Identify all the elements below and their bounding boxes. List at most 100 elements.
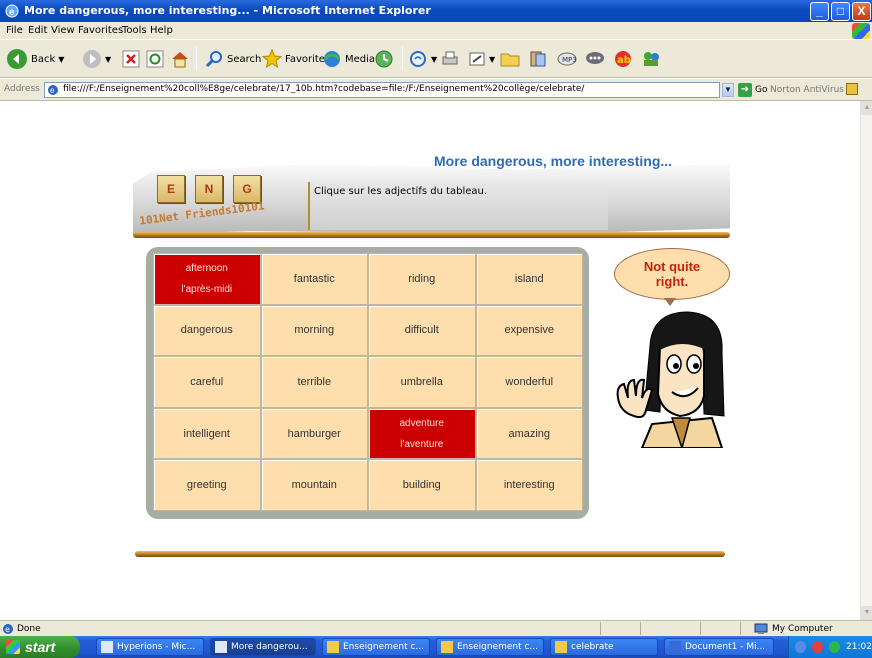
girl-character-illustration [616, 311, 725, 448]
toolbar: Back ▼ ▼ Search Favorites Media ▼ ▼ MP3 … [0, 40, 872, 78]
menu-favorites[interactable]: Favorites [78, 25, 123, 36]
address-dropdown-icon[interactable]: ▼ [722, 83, 734, 97]
folder-button[interactable] [500, 48, 520, 70]
research-icon [530, 51, 546, 67]
mail-dropdown-icon: ▼ [431, 54, 438, 64]
close-button[interactable]: X [852, 2, 871, 21]
discuss-button[interactable] [584, 48, 606, 70]
taskbar-button[interactable]: Enseignement c... [322, 638, 430, 656]
word-label: fantastic [293, 272, 335, 285]
word-label: umbrella [400, 375, 443, 388]
minimize-button[interactable]: _ [810, 2, 829, 21]
word-label: island [514, 272, 544, 285]
volume-icon[interactable] [829, 641, 841, 653]
word-label: wonderful [505, 375, 554, 388]
menu-view[interactable]: View [51, 25, 75, 36]
vertical-scrollbar[interactable]: ▲ ▼ [860, 101, 872, 620]
word-cell[interactable]: hamburger [260, 407, 368, 460]
back-dropdown-icon: ▼ [58, 54, 65, 64]
scroll-down-icon[interactable]: ▼ [861, 606, 872, 620]
back-button[interactable]: Back ▼ [6, 48, 64, 70]
word-cell[interactable]: riding [368, 253, 476, 305]
network-icon[interactable] [795, 641, 807, 653]
logo-tile-g: G [233, 175, 261, 203]
ie-window-icon [215, 641, 227, 653]
word-cell[interactable]: careful [153, 356, 261, 408]
word-cell[interactable]: afternoon l'après-midi [153, 253, 261, 305]
logo-tile-e: E [157, 175, 185, 203]
search-button[interactable]: Search [204, 48, 261, 70]
go-label: Go [755, 85, 768, 95]
taskbar-button[interactable]: Enseignement c... [436, 638, 544, 656]
word-cell[interactable]: terrible [260, 356, 368, 408]
word-label: morning [294, 324, 335, 337]
taskbar-button[interactable]: More dangerou... [210, 638, 316, 656]
taskbar-button-label: Enseignement c... [343, 642, 424, 652]
favorites-star-icon [262, 49, 282, 69]
word-cell[interactable]: morning [260, 304, 368, 357]
edit-button[interactable]: ▼ [468, 48, 495, 70]
word-cell[interactable]: fantastic [260, 253, 368, 305]
refresh-button[interactable] [146, 48, 164, 70]
address-bar: Address e file:///F:/Enseignement%20coll… [0, 79, 872, 101]
folder-icon [500, 53, 520, 67]
spyware-button[interactable]: ab [612, 48, 634, 70]
research-button[interactable] [528, 48, 548, 70]
word-cell[interactable]: interesting [475, 459, 583, 511]
mail-button[interactable]: ▼ [408, 48, 437, 70]
messenger-button[interactable]: MP3 [556, 48, 578, 70]
menu-file[interactable]: File [6, 25, 23, 36]
taskbar-button-label: Enseignement c... [457, 642, 538, 652]
norton-icon[interactable] [846, 83, 858, 95]
clock: 21:02 [846, 642, 872, 652]
start-button[interactable]: start [0, 636, 80, 658]
menu-tools[interactable]: Tools [122, 25, 147, 36]
stop-button[interactable] [122, 48, 140, 70]
norton-antivirus-label[interactable]: Norton AntiVirus [770, 85, 844, 95]
address-input[interactable]: e file:///F:/Enseignement%20coll%E8ge/ce… [44, 82, 720, 98]
home-button[interactable] [170, 48, 190, 70]
address-label: Address [4, 84, 40, 94]
word-cell[interactable]: greeting [153, 459, 261, 511]
feedback-bubble: Not quite right. [614, 248, 730, 300]
word-label: careful [190, 375, 224, 388]
word-cell[interactable]: mountain [260, 459, 368, 511]
word-cell[interactable]: building [368, 459, 476, 511]
word-cell[interactable]: island [475, 253, 583, 305]
go-button[interactable]: ➜ Go [738, 82, 767, 98]
maximize-button[interactable]: □ [831, 2, 850, 21]
users-button[interactable] [640, 48, 662, 70]
history-button[interactable] [374, 48, 394, 70]
word-label: dangerous [180, 324, 233, 337]
word-cell[interactable]: umbrella [368, 356, 476, 408]
media-button[interactable]: Media [322, 48, 375, 70]
word-cell[interactable]: amazing [475, 407, 583, 460]
antivirus-tray-icon[interactable] [812, 641, 824, 653]
word-label: expensive [504, 324, 555, 337]
favorites-button[interactable]: Favorites [262, 48, 330, 70]
scroll-up-icon[interactable]: ▲ [861, 101, 872, 115]
word-cell[interactable]: dangerous [153, 304, 261, 357]
word-label: building [402, 479, 441, 492]
menu-help[interactable]: Help [150, 25, 173, 36]
taskbar-button[interactable]: Hyperions - Mic... [96, 638, 204, 656]
word-cell[interactable]: intelligent [153, 407, 261, 460]
security-zone: My Computer [754, 623, 833, 635]
word-cell[interactable]: adventure l'aventure [368, 407, 476, 460]
edit-dropdown-icon: ▼ [489, 54, 496, 64]
word-cell[interactable]: difficult [368, 304, 476, 357]
word-cell[interactable]: expensive [475, 304, 583, 357]
svg-text:e: e [5, 625, 10, 634]
svg-text:e: e [50, 86, 55, 95]
address-url: file:///F:/Enseignement%20coll%E8ge/cele… [63, 84, 585, 94]
folder-icon [327, 641, 339, 653]
media-label: Media [345, 53, 376, 65]
forward-button[interactable]: ▼ [82, 48, 111, 70]
word-cell[interactable]: wonderful [475, 356, 583, 408]
taskbar-button[interactable]: celebrate [550, 638, 658, 656]
print-button[interactable] [440, 48, 460, 70]
word-document-icon [669, 641, 681, 653]
media-icon [323, 51, 341, 67]
taskbar-button[interactable]: Document1 - Mi... [664, 638, 774, 656]
menu-edit[interactable]: Edit [28, 25, 47, 36]
